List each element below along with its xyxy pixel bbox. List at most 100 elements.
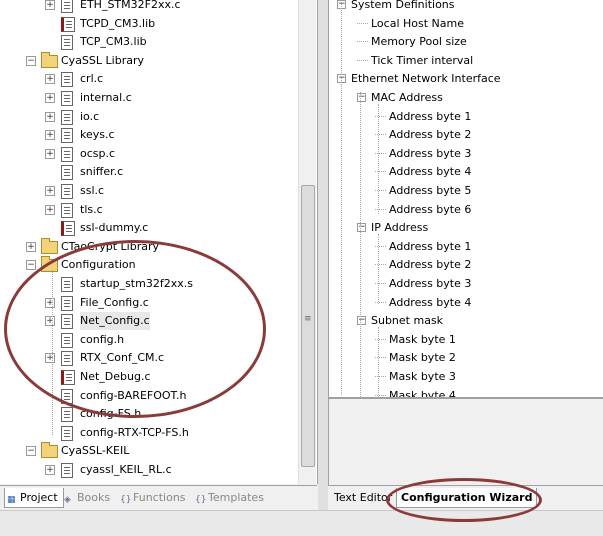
tab-books[interactable]: ◈ Books (62, 488, 116, 507)
tree-file-row[interactable]: + io.c (0, 108, 296, 126)
config-option-row[interactable]: Address byte 2 (329, 255, 599, 274)
tree-item-label: ssl.c (80, 184, 105, 197)
templates-icon: {} (195, 495, 207, 505)
status-bar (0, 510, 603, 536)
expand-icon[interactable]: + (45, 186, 55, 196)
tab-functions[interactable]: {} Functions (118, 488, 192, 507)
tab-configuration-wizard[interactable]: Configuration Wizard (396, 488, 538, 508)
expand-icon[interactable]: + (45, 353, 55, 364)
config-item-label: Address byte 1 (389, 239, 472, 253)
tree-file-row[interactable]: + internal.c (0, 89, 296, 107)
tree-item-label: cyassl_KEIL_RL.c (80, 463, 172, 476)
folder-icon (41, 256, 58, 273)
expand-icon[interactable]: + (45, 316, 55, 327)
tree-file-row[interactable]: sniffer.c (0, 163, 296, 181)
collapse-icon[interactable]: − (357, 316, 366, 326)
tree-file-row[interactable]: startup_stm32f2xx.s (0, 275, 296, 293)
config-option-row[interactable]: Address byte 1 (329, 237, 599, 256)
collapse-icon[interactable]: − (357, 223, 366, 233)
collapse-icon[interactable]: − (26, 55, 36, 66)
config-item-label: Mask byte 1 (389, 332, 456, 346)
tree-file-row[interactable]: config-BAREFOOT.h (0, 387, 296, 405)
tree-file-row[interactable]: + tls.c (0, 201, 296, 219)
config-group-row[interactable]: − System Definitions (329, 0, 599, 14)
config-item-label: Subnet mask (371, 314, 444, 328)
collapse-icon[interactable]: − (26, 446, 36, 457)
config-option-row[interactable]: Address byte 3 (329, 274, 599, 293)
tab-templates[interactable]: {} Templates (193, 488, 265, 507)
file-icon (61, 165, 73, 181)
tree-file-row[interactable]: config-FS.h (0, 405, 296, 423)
expand-icon[interactable]: + (26, 241, 36, 252)
tree-folder-row[interactable]: − Configuration (0, 256, 296, 274)
expand-icon[interactable]: + (45, 297, 55, 308)
tree-file-row[interactable]: ssl-dummy.c (0, 219, 296, 237)
expand-icon[interactable]: + (45, 93, 55, 103)
expand-icon[interactable]: + (45, 74, 55, 85)
config-option-row[interactable]: Local Host Name (329, 14, 599, 33)
tree-file-row[interactable]: Net_Debug.c (0, 368, 296, 386)
config-option-row[interactable]: Memory Pool size (329, 32, 599, 51)
collapse-icon[interactable]: − (26, 260, 36, 271)
config-option-row[interactable]: Tick Timer interval (329, 51, 599, 70)
project-tree-pane: + ETH_STM32F2xx.c TCPD_CM3.lib TCP_CM3.lib −… (0, 0, 318, 484)
tab-text-editor[interactable]: Text Editor (334, 488, 392, 507)
tree-file-row[interactable]: + RTX_Conf_CM.c (0, 349, 296, 367)
expand-icon[interactable]: + (45, 111, 55, 122)
tree-item-label: tls.c (80, 202, 103, 216)
tree-file-row[interactable]: + keys.c (0, 126, 296, 144)
config-option-row[interactable]: Mask byte 3 (329, 367, 599, 386)
config-option-row[interactable]: Address byte 4 (329, 293, 599, 312)
tree-file-row[interactable]: config.h (0, 331, 296, 349)
tree-file-row[interactable]: + ETH_STM32F2xx.c (0, 0, 296, 14)
tree-item-label: keys.c (80, 128, 115, 142)
library-file-icon (61, 16, 75, 32)
file-icon (61, 295, 73, 311)
config-group-row[interactable]: − Subnet mask (329, 311, 599, 330)
config-option-row[interactable]: Address byte 1 (329, 107, 599, 126)
tree-file-row[interactable]: + ssl.c (0, 182, 296, 200)
tree-connector (375, 338, 386, 340)
collapse-icon[interactable]: − (357, 93, 366, 102)
tree-file-row[interactable]: TCP_CM3.lib (0, 33, 296, 51)
pane-splitter[interactable] (318, 0, 328, 510)
expand-icon[interactable]: + (45, 148, 55, 159)
tree-folder-row[interactable]: − CyaSSL Library (0, 51, 296, 70)
tree-file-row[interactable]: config-RTX-TCP-FS.h (0, 424, 296, 442)
config-option-row[interactable]: Address byte 2 (329, 125, 599, 144)
config-option-row[interactable]: Address byte 6 (329, 200, 599, 219)
tree-item-label: config.h (80, 332, 125, 346)
expand-icon[interactable]: + (45, 465, 55, 475)
expand-icon[interactable]: + (45, 130, 55, 141)
config-item-label: Mask byte 4 (389, 388, 456, 397)
expand-icon[interactable]: + (45, 204, 55, 215)
expand-icon[interactable]: + (45, 0, 55, 10)
library-file-icon (61, 221, 75, 237)
config-group-row[interactable]: − MAC Address (329, 88, 599, 107)
config-option-row[interactable]: Mask byte 4 (329, 386, 599, 397)
tree-file-row[interactable]: + cyassl_KEIL_RL.c (0, 461, 296, 479)
config-option-row[interactable]: Mask byte 2 (329, 348, 599, 367)
config-option-row[interactable]: Address byte 4 (329, 162, 599, 181)
tree-item-label: ETH_STM32F2xx.c (80, 0, 181, 11)
tree-connector (357, 22, 368, 24)
config-group-row[interactable]: − IP Address (329, 218, 599, 237)
tree-folder-row[interactable]: − CyaSSL-KEIL (0, 442, 296, 460)
config-group-row[interactable]: − Ethernet Network Interface (329, 69, 599, 88)
config-option-row[interactable]: Mask byte 1 (329, 330, 599, 349)
tree-file-row[interactable]: + File_Config.c (0, 294, 296, 312)
file-icon (61, 91, 73, 106)
tree-scrollbar[interactable] (298, 0, 316, 484)
config-option-row[interactable]: Address byte 3 (329, 144, 599, 163)
tree-file-row[interactable]: + ocsp.c (0, 145, 296, 163)
scrollbar-thumb[interactable] (301, 185, 315, 467)
folder-icon (41, 51, 58, 68)
tree-file-row[interactable]: + Net_Config.c (0, 312, 296, 331)
tree-folder-row[interactable]: + CTaoCrypt Library (0, 237, 296, 256)
tree-file-row[interactable]: TCPD_CM3.lib (0, 15, 296, 33)
config-option-row[interactable]: Address byte 5 (329, 181, 599, 200)
tree-item-label: Configuration (61, 258, 136, 272)
tree-file-row[interactable]: + crl.c (0, 70, 296, 88)
tab-project[interactable]: ▦ Project (4, 488, 64, 508)
file-icon (61, 277, 73, 292)
